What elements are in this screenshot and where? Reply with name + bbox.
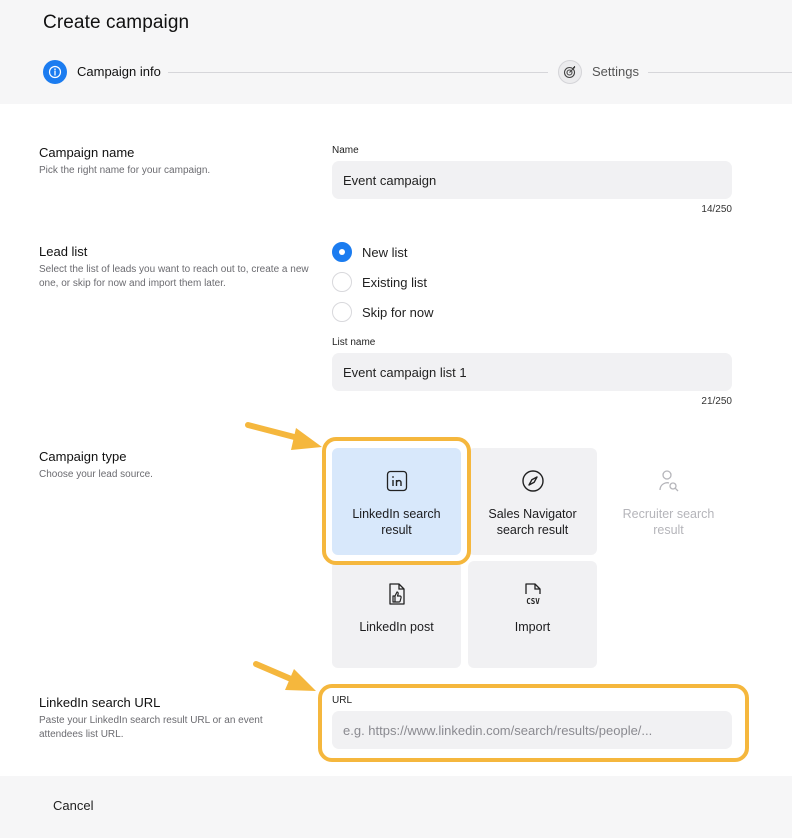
tile-label: Recruiter search result	[622, 507, 715, 537]
tile-label: Sales Navigator search result	[488, 507, 577, 537]
post-thumb-icon	[386, 581, 408, 607]
radio-button[interactable]	[332, 272, 352, 292]
compass-icon	[521, 468, 545, 494]
step-campaign-info[interactable]	[43, 60, 67, 84]
info-icon	[48, 65, 62, 79]
list-name-char-counter: 21/250	[701, 396, 732, 407]
tile-sales-navigator-search-result[interactable]: Sales Navigator search result	[468, 448, 597, 555]
step-divider	[168, 72, 548, 73]
section-title-campaign-type: Campaign type	[39, 449, 127, 464]
section-desc-campaign-type: Choose your lead source.	[39, 469, 153, 480]
step-settings[interactable]	[558, 60, 582, 84]
section-desc-search-url: Paste your LinkedIn search result URL or…	[39, 715, 263, 740]
section-desc-campaign-name: Pick the right name for your campaign.	[39, 165, 211, 176]
step-label-campaign-info: Campaign info	[77, 64, 161, 79]
name-char-counter: 14/250	[701, 204, 732, 215]
tile-label: Import	[514, 620, 551, 634]
section-title-search-url: LinkedIn search URL	[39, 695, 161, 710]
csv-file-icon: CSV	[521, 581, 545, 607]
arrow-annotation-icon	[253, 661, 316, 691]
step-label-settings: Settings	[592, 64, 639, 79]
section-desc-lead-list: Select the list of leads you want to rea…	[39, 264, 309, 289]
target-icon	[563, 66, 576, 79]
tile-recruiter-search-result: Recruiter search result	[604, 448, 733, 555]
highlight-box	[322, 437, 471, 565]
tile-label: LinkedIn post	[359, 620, 434, 634]
radio-existing-list[interactable]: Existing list	[332, 271, 427, 293]
header: Create campaign Campaign info Settings	[0, 0, 792, 104]
name-field-label: Name	[332, 145, 359, 156]
radio-button[interactable]	[332, 302, 352, 322]
campaign-name-input[interactable]: Event campaign	[332, 161, 732, 199]
cancel-button[interactable]: Cancel	[53, 798, 93, 813]
list-name-field-label: List name	[332, 337, 376, 348]
highlight-box	[318, 684, 749, 762]
radio-label: Existing list	[362, 274, 428, 290]
step-divider	[648, 72, 792, 73]
arrow-annotation-icon	[245, 422, 322, 450]
page-title: Create campaign	[43, 12, 190, 33]
tile-import[interactable]: CSV Import	[468, 561, 597, 668]
radio-skip-for-now[interactable]: Skip for now	[332, 301, 434, 323]
list-name-input[interactable]: Event campaign list 1	[332, 353, 732, 391]
section-title-campaign-name: Campaign name	[39, 145, 135, 160]
tile-linkedin-post[interactable]: LinkedIn post	[332, 561, 461, 668]
radio-new-list[interactable]: New list	[332, 241, 408, 263]
radio-label: Skip for now	[362, 304, 434, 320]
footer: Cancel	[0, 776, 792, 838]
radio-label: New list	[362, 244, 408, 260]
section-title-lead-list: Lead list	[39, 244, 88, 259]
user-search-icon	[658, 468, 680, 494]
svg-text:CSV: CSV	[526, 597, 540, 606]
radio-button-checked[interactable]	[332, 242, 352, 262]
form-content: Campaign name Pick the right name for yo…	[0, 104, 792, 776]
stepper: Campaign info Settings	[0, 60, 792, 86]
